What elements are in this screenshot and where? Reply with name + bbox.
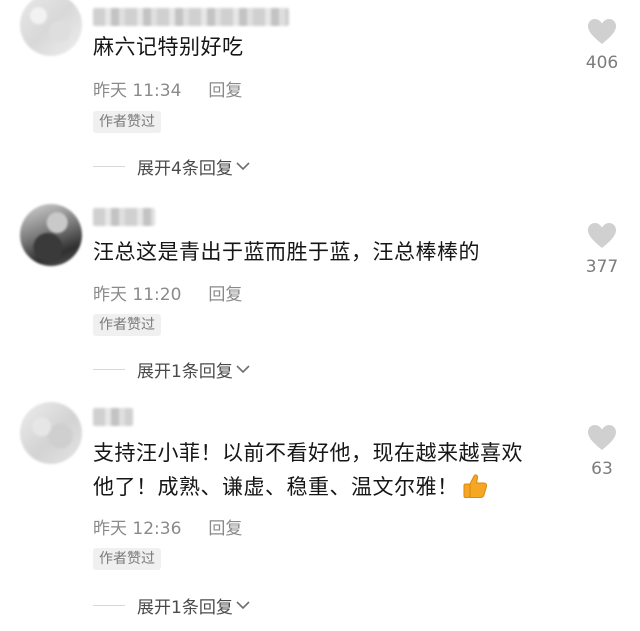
like-button[interactable]: 406 xyxy=(582,18,622,73)
chevron-down-icon xyxy=(236,601,250,610)
expand-replies-button[interactable]: 展开1条回复 xyxy=(93,357,251,382)
comment-time: 昨天 11:20 xyxy=(93,285,182,305)
like-button[interactable]: 377 xyxy=(582,222,622,277)
author-liked-badge: 作者赞过 xyxy=(93,548,161,570)
comment-text: 汪总这是青出于蓝而胜于蓝，汪总棒棒的 xyxy=(93,240,480,264)
reply-button[interactable]: 回复 xyxy=(208,76,242,101)
username-blurred[interactable] xyxy=(93,208,155,226)
expand-divider xyxy=(93,165,125,167)
expand-replies-label: 展开1条回复 xyxy=(137,361,233,382)
avatar[interactable] xyxy=(20,402,82,464)
author-liked-badge: 作者赞过 xyxy=(93,314,161,336)
comment-text-line-1: 支持汪小菲！以前不看好他，现在越来越喜欢 xyxy=(93,441,523,465)
reply-button[interactable]: 回复 xyxy=(208,280,242,305)
like-count: 63 xyxy=(591,459,613,479)
heart-icon xyxy=(588,425,616,450)
expand-replies-button[interactable]: 展开1条回复 xyxy=(93,593,251,618)
chevron-down-icon xyxy=(236,365,250,374)
author-liked-badge: 作者赞过 xyxy=(93,111,161,133)
comment-time: 昨天 11:34 xyxy=(93,81,182,101)
username-blurred[interactable] xyxy=(93,408,133,426)
thumbs-up-emoji-icon xyxy=(463,474,487,498)
comment-item: 麻六记特别好吃 昨天 11:34 回复 作者赞过 展开4条回复 406 xyxy=(0,0,640,200)
heart-icon xyxy=(588,19,616,44)
comment-item: 汪总这是青出于蓝而胜于蓝，汪总棒棒的 昨天 11:20 回复 作者赞过 展开1条… xyxy=(0,200,640,400)
comment-list: 麻六记特别好吃 昨天 11:34 回复 作者赞过 展开4条回复 406 汪总这是… xyxy=(0,0,640,631)
comment-meta: 昨天 12:36 回复 xyxy=(93,514,242,539)
comment-time: 昨天 12:36 xyxy=(93,519,182,539)
comment-text-line-2-content: 他了！成熟、谦虚、稳重、温文尔雅！ xyxy=(93,475,459,499)
comment-text-line-2: 他了！成熟、谦虚、稳重、温文尔雅！ xyxy=(93,470,489,504)
expand-divider xyxy=(93,368,125,370)
avatar[interactable] xyxy=(20,0,82,56)
expand-replies-label: 展开4条回复 xyxy=(137,158,233,179)
username-blurred[interactable] xyxy=(93,8,289,26)
like-count: 406 xyxy=(585,53,619,73)
reply-button[interactable]: 回复 xyxy=(208,514,242,539)
like-button[interactable]: 63 xyxy=(582,424,622,479)
expand-divider xyxy=(93,604,125,606)
like-count: 377 xyxy=(585,257,619,277)
comment-meta: 昨天 11:34 回复 xyxy=(93,76,242,101)
comment-text: 麻六记特别好吃 xyxy=(93,35,244,59)
heart-icon xyxy=(588,223,616,248)
comment-item: 支持汪小菲！以前不看好他，现在越来越喜欢 他了！成熟、谦虚、稳重、温文尔雅！ 昨… xyxy=(0,400,640,631)
comment-meta: 昨天 11:20 回复 xyxy=(93,280,242,305)
expand-replies-label: 展开1条回复 xyxy=(137,597,233,618)
expand-replies-button[interactable]: 展开4条回复 xyxy=(93,154,251,179)
chevron-down-icon xyxy=(236,162,250,171)
avatar[interactable] xyxy=(20,204,82,266)
